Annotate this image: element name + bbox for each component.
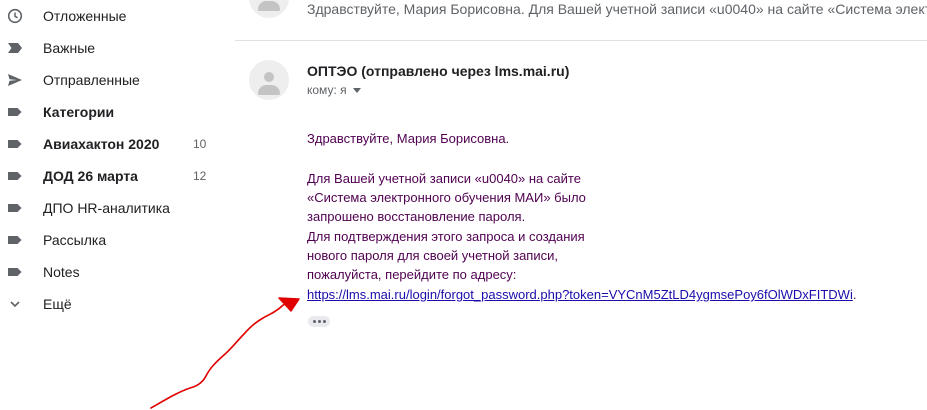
annotation-arrow — [150, 297, 300, 409]
